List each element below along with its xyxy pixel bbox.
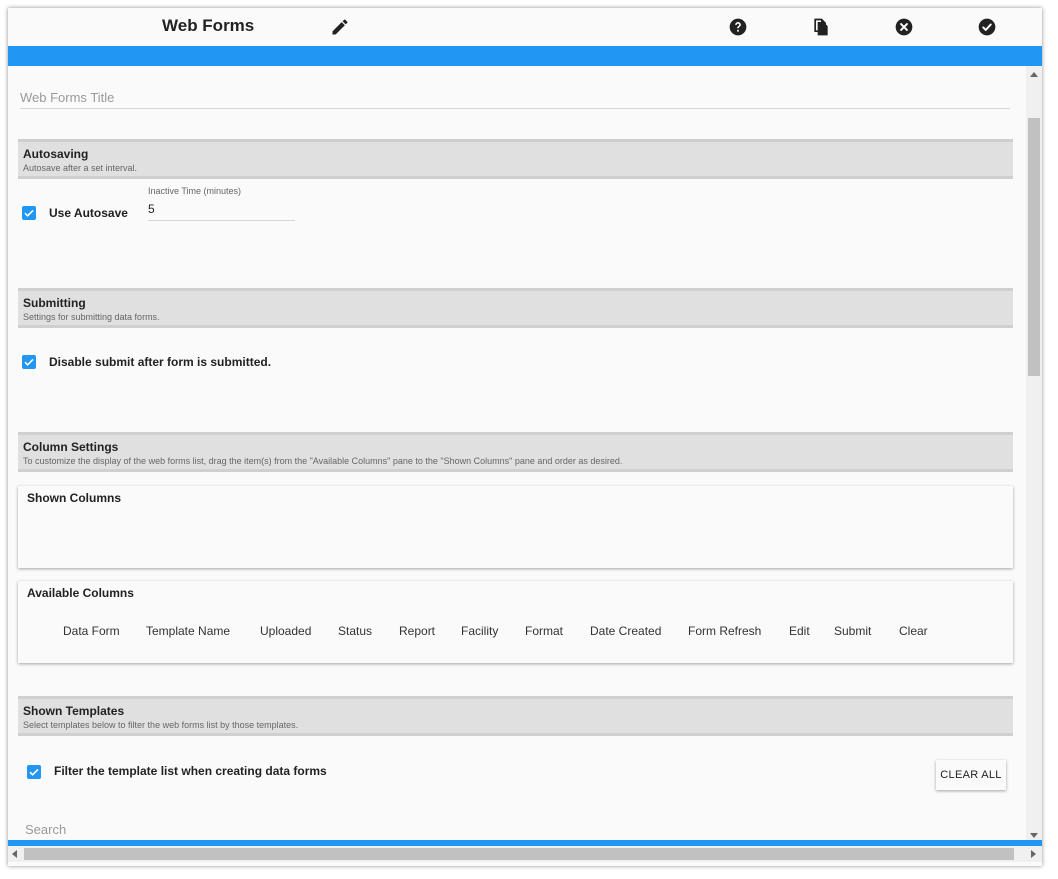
- column-item-edit[interactable]: Edit: [789, 624, 810, 638]
- web-forms-title-placeholder: Web Forms Title: [20, 90, 115, 105]
- scroll-up-icon[interactable]: [1030, 72, 1038, 77]
- disable-submit-label: Disable submit after form is submitted.: [49, 355, 272, 369]
- column-settings-section-header: Column Settings To customize the display…: [18, 432, 1013, 472]
- dialog-content: Web Forms Title Autosaving Autosave afte…: [8, 66, 1026, 842]
- filter-templates-label: Filter the template list when creating d…: [54, 764, 327, 778]
- inactive-time-field[interactable]: 5: [148, 198, 295, 221]
- web-forms-title-field[interactable]: Web Forms Title: [20, 82, 1010, 109]
- section-subtitle: To customize the display of the web form…: [23, 456, 623, 466]
- title-bar: Web Forms: [8, 8, 1042, 46]
- use-autosave-checkbox[interactable]: [22, 206, 36, 220]
- inactive-time-value: 5: [148, 202, 155, 216]
- use-autosave-label: Use Autosave: [49, 206, 128, 220]
- scroll-down-icon[interactable]: [1030, 833, 1038, 838]
- accent-bar: [8, 46, 1042, 66]
- column-item-report[interactable]: Report: [399, 624, 435, 638]
- section-subtitle: Autosave after a set interval.: [23, 163, 138, 173]
- section-title: Column Settings: [23, 440, 119, 454]
- column-item-template-name[interactable]: Template Name: [146, 624, 230, 638]
- column-item-format[interactable]: Format: [525, 624, 563, 638]
- column-item-date-created[interactable]: Date Created: [590, 624, 661, 638]
- section-title: Submitting: [23, 296, 86, 310]
- section-subtitle: Select templates below to filter the web…: [23, 720, 299, 730]
- vertical-scrollbar[interactable]: [1026, 66, 1042, 842]
- pencil-icon[interactable]: [330, 17, 350, 37]
- column-item-form-refresh[interactable]: Form Refresh: [688, 624, 761, 638]
- column-item-submit[interactable]: Submit: [834, 624, 871, 638]
- dialog-title: Web Forms: [162, 16, 255, 35]
- shown-templates-section-header: Shown Templates Select templates below t…: [18, 696, 1013, 736]
- shown-columns-pane[interactable]: Shown Columns: [18, 486, 1013, 568]
- available-columns-pane: Available Columns Data Form Template Nam…: [18, 581, 1013, 663]
- column-item-status[interactable]: Status: [338, 624, 372, 638]
- column-item-data-form[interactable]: Data Form: [63, 624, 120, 638]
- section-subtitle: Settings for submitting data forms.: [23, 312, 160, 322]
- copy-icon[interactable]: [811, 17, 831, 37]
- column-item-uploaded[interactable]: Uploaded: [260, 624, 311, 638]
- scroll-right-icon[interactable]: [1031, 850, 1036, 858]
- submitting-section-header: Submitting Settings for submitting data …: [18, 288, 1013, 328]
- section-title: Autosaving: [23, 147, 89, 161]
- horizontal-scroll-thumb[interactable]: [24, 848, 1014, 860]
- web-forms-dialog: Web Forms Web Forms Title Autosaving Aut…: [8, 8, 1042, 866]
- vertical-scroll-thumb[interactable]: [1028, 118, 1040, 376]
- autosaving-section-header: Autosaving Autosave after a set interval…: [18, 139, 1013, 179]
- scroll-left-icon[interactable]: [12, 850, 17, 858]
- shown-columns-title: Shown Columns: [27, 491, 121, 505]
- template-search-input[interactable]: Search: [25, 814, 983, 841]
- help-icon[interactable]: [728, 17, 748, 37]
- close-icon[interactable]: [894, 17, 914, 37]
- disable-submit-checkbox[interactable]: [22, 355, 36, 369]
- inactive-time-label: Inactive Time (minutes): [148, 186, 242, 196]
- section-title: Shown Templates: [23, 704, 125, 718]
- available-columns-title: Available Columns: [27, 586, 134, 600]
- check-icon[interactable]: [977, 17, 997, 37]
- column-item-clear[interactable]: Clear: [899, 624, 928, 638]
- search-placeholder: Search: [25, 822, 67, 837]
- horizontal-scrollbar[interactable]: [8, 846, 1042, 862]
- column-item-facility[interactable]: Facility: [461, 624, 498, 638]
- clear-all-button[interactable]: CLEAR ALL: [936, 760, 1006, 790]
- filter-templates-checkbox[interactable]: [27, 765, 41, 779]
